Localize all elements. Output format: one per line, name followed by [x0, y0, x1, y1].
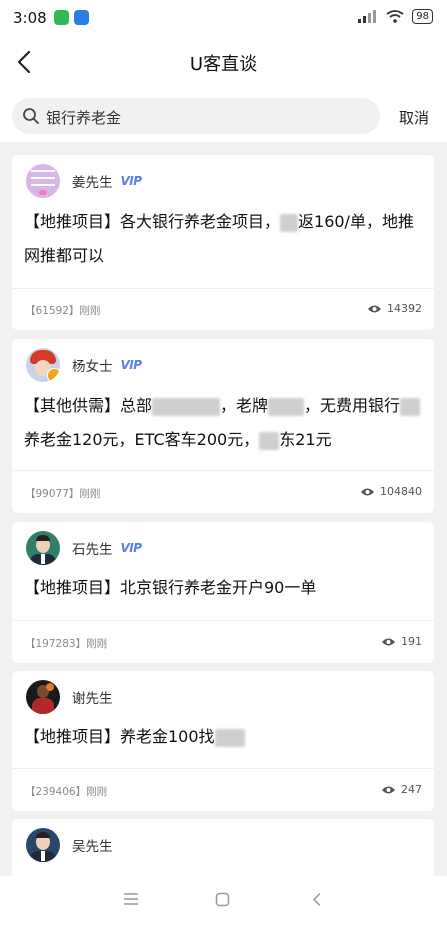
avatar[interactable]	[26, 680, 60, 714]
blurred-text	[280, 213, 299, 232]
wifi-icon	[386, 10, 404, 23]
post-header: 吴先生	[26, 827, 113, 863]
search-input[interactable]	[44, 98, 368, 136]
post-id-time: 【61592】刚刚	[25, 305, 101, 317]
post-card[interactable]: 石先生 VIP 【地推项目】北京银行养老金开户90一单 【197283】刚刚 1…	[12, 522, 434, 663]
user-name[interactable]: 石先生	[72, 538, 113, 558]
user-name[interactable]: 杨女士	[72, 355, 113, 375]
post-id-time: 【239406】刚刚	[25, 786, 108, 798]
view-count: 247	[381, 783, 422, 796]
nav-bar: U客直谈	[0, 36, 447, 90]
post-text: ，老牌	[220, 396, 269, 415]
menu-icon[interactable]	[123, 892, 139, 906]
eye-icon	[368, 305, 381, 312]
battery-icon: 98	[412, 9, 433, 24]
post-text: 【地推项目】各大银行养老金项目，	[24, 212, 281, 231]
divider	[12, 470, 434, 471]
cancel-button[interactable]: 取消	[399, 107, 429, 128]
post-text: 【其他供需】总部	[24, 396, 153, 415]
post-card[interactable]: 谢先生 【地推项目】养老金100找 【239406】刚刚 247	[12, 671, 434, 811]
post-text: 【地推项目】北京银行养老金开户90一单	[24, 578, 317, 597]
vip-badge: VIP	[120, 174, 143, 188]
blurred-text	[152, 397, 221, 416]
status-bar: 3:08 98	[0, 0, 447, 36]
post-content[interactable]: 【地推项目】各大银行养老金项目， 返160/单，地推网推都可以	[24, 205, 426, 273]
post-text: 东21元	[279, 430, 332, 449]
post-text: 【地推项目】养老金100找	[24, 727, 215, 746]
user-name[interactable]: 谢先生	[72, 687, 113, 707]
view-count-value: 247	[401, 783, 422, 796]
blurred-text	[214, 728, 245, 747]
avatar[interactable]	[26, 348, 60, 382]
post-content[interactable]: 【地推项目】养老金100找	[24, 720, 426, 754]
blurred-text	[268, 397, 305, 416]
search-bar: 取消	[0, 90, 447, 142]
post-header: 谢先生	[26, 679, 113, 715]
eye-icon	[382, 638, 395, 645]
avatar[interactable]	[26, 531, 60, 565]
divider	[12, 768, 434, 769]
status-time: 3:08	[13, 9, 47, 27]
post-text: 养老金120元，ETC客车200元，	[24, 430, 260, 449]
eye-icon	[382, 786, 395, 793]
view-count: 191	[381, 635, 422, 648]
post-content[interactable]: 【地推项目】北京银行养老金开户90一单	[24, 571, 426, 605]
vip-badge: VIP	[120, 541, 143, 555]
avatar[interactable]	[26, 828, 60, 862]
page-title: U客直谈	[189, 54, 258, 75]
view-count-value: 104840	[380, 485, 422, 498]
signal-icon	[358, 10, 377, 23]
post-header: 石先生 VIP	[26, 530, 142, 566]
divider	[12, 620, 434, 621]
post-card[interactable]: 杨女士 VIP 【其他供需】总部 ，老牌 ，无费用银行养老金120元，ETC客车20…	[12, 339, 434, 513]
eye-icon	[361, 488, 374, 495]
view-count-value: 191	[401, 635, 422, 648]
post-text: ，无费用银行	[304, 396, 401, 415]
view-count-value: 14392	[387, 302, 422, 315]
view-count: 14392	[367, 302, 422, 315]
app-notification-icon	[74, 10, 89, 25]
vip-badge: VIP	[120, 358, 143, 372]
avatar[interactable]	[26, 164, 60, 198]
search-icon	[23, 108, 39, 124]
post-card[interactable]: 吴先生	[12, 819, 434, 879]
system-nav-bar	[0, 876, 447, 930]
blurred-text	[400, 397, 421, 416]
post-id-time: 【99077】刚刚	[25, 488, 101, 500]
post-card[interactable]: 姜先生 VIP 【地推项目】各大银行养老金项目， 返160/单，地推网推都可以 【…	[12, 155, 434, 330]
post-id-time: 【197283】刚刚	[25, 638, 108, 650]
search-box[interactable]	[12, 98, 380, 136]
user-name[interactable]: 吴先生	[72, 835, 113, 855]
wechat-icon	[54, 10, 69, 25]
blurred-text	[259, 431, 280, 450]
view-count: 104840	[360, 485, 422, 498]
post-header: 杨女士 VIP	[26, 347, 142, 383]
divider	[12, 288, 434, 289]
back-icon[interactable]	[311, 892, 323, 907]
post-content[interactable]: 【其他供需】总部 ，老牌 ，无费用银行养老金120元，ETC客车200元， 东21元	[24, 389, 426, 457]
home-icon[interactable]	[215, 892, 230, 907]
user-name[interactable]: 姜先生	[72, 171, 113, 191]
post-header: 姜先生 VIP	[26, 163, 142, 199]
